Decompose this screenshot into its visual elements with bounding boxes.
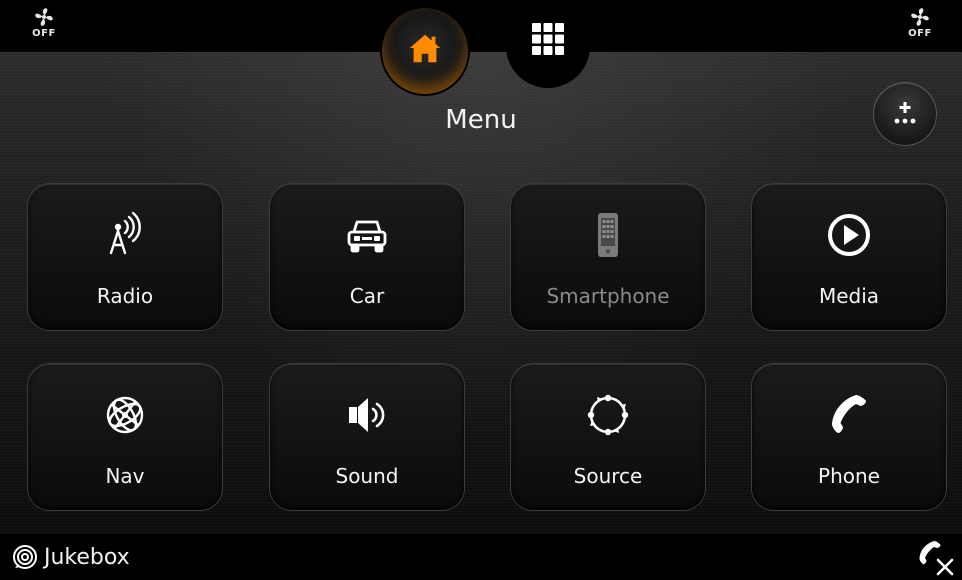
source-cycle-icon (587, 394, 629, 436)
apps-tab[interactable] (506, 4, 590, 88)
home-tab[interactable] (382, 8, 468, 94)
fan-status-label: OFF (908, 28, 932, 39)
now-playing-source[interactable]: Jukebox (12, 540, 130, 574)
page-title: Menu (445, 105, 517, 135)
tile-source[interactable]: Source (511, 364, 705, 510)
phone-disconnected-icon (919, 541, 954, 576)
now-playing-label: Jukebox (44, 544, 130, 570)
tile-phone[interactable]: Phone (752, 364, 946, 510)
tile-radio[interactable]: Radio (28, 184, 222, 330)
speaker-icon (349, 398, 385, 432)
top-status-bar (0, 0, 962, 52)
tile-media[interactable]: Media (752, 184, 946, 330)
tile-label: Radio (96, 284, 154, 308)
tile-label: Car (349, 284, 385, 308)
radio-antenna-icon (109, 211, 141, 255)
car-icon (347, 220, 387, 253)
tile-smartphone[interactable]: Smartphone (511, 184, 705, 330)
bottom-status-bar (0, 534, 962, 580)
disc-icon (13, 545, 37, 569)
tile-label: Nav (105, 464, 145, 488)
call-status[interactable] (916, 538, 956, 578)
fan-icon (911, 8, 929, 26)
fan-status-label: OFF (32, 28, 56, 39)
infotainment-screen: OFF OFF Menu Radio Car Smartphone Media … (0, 0, 962, 580)
grid-icon (532, 23, 564, 55)
play-circle-icon (828, 214, 870, 256)
tile-nav[interactable]: Nav (28, 364, 222, 510)
smartphone-icon (598, 213, 618, 257)
tile-label: Phone (818, 464, 880, 488)
plus-dots-icon (894, 102, 916, 124)
tile-sound[interactable]: Sound (270, 364, 464, 510)
fan-status-right[interactable]: OFF (898, 6, 942, 46)
home-icon (409, 34, 441, 63)
tile-label: Sound (335, 464, 399, 488)
tile-label: Media (818, 284, 880, 308)
fan-status-left[interactable]: OFF (22, 6, 66, 46)
fan-icon (35, 8, 53, 26)
add-shortcut-button[interactable] (873, 82, 937, 146)
globe-icon (106, 396, 144, 434)
tile-label: Source (573, 464, 643, 488)
phone-icon (832, 395, 867, 434)
tile-label: Smartphone (546, 284, 670, 308)
tile-car[interactable]: Car (270, 184, 464, 330)
